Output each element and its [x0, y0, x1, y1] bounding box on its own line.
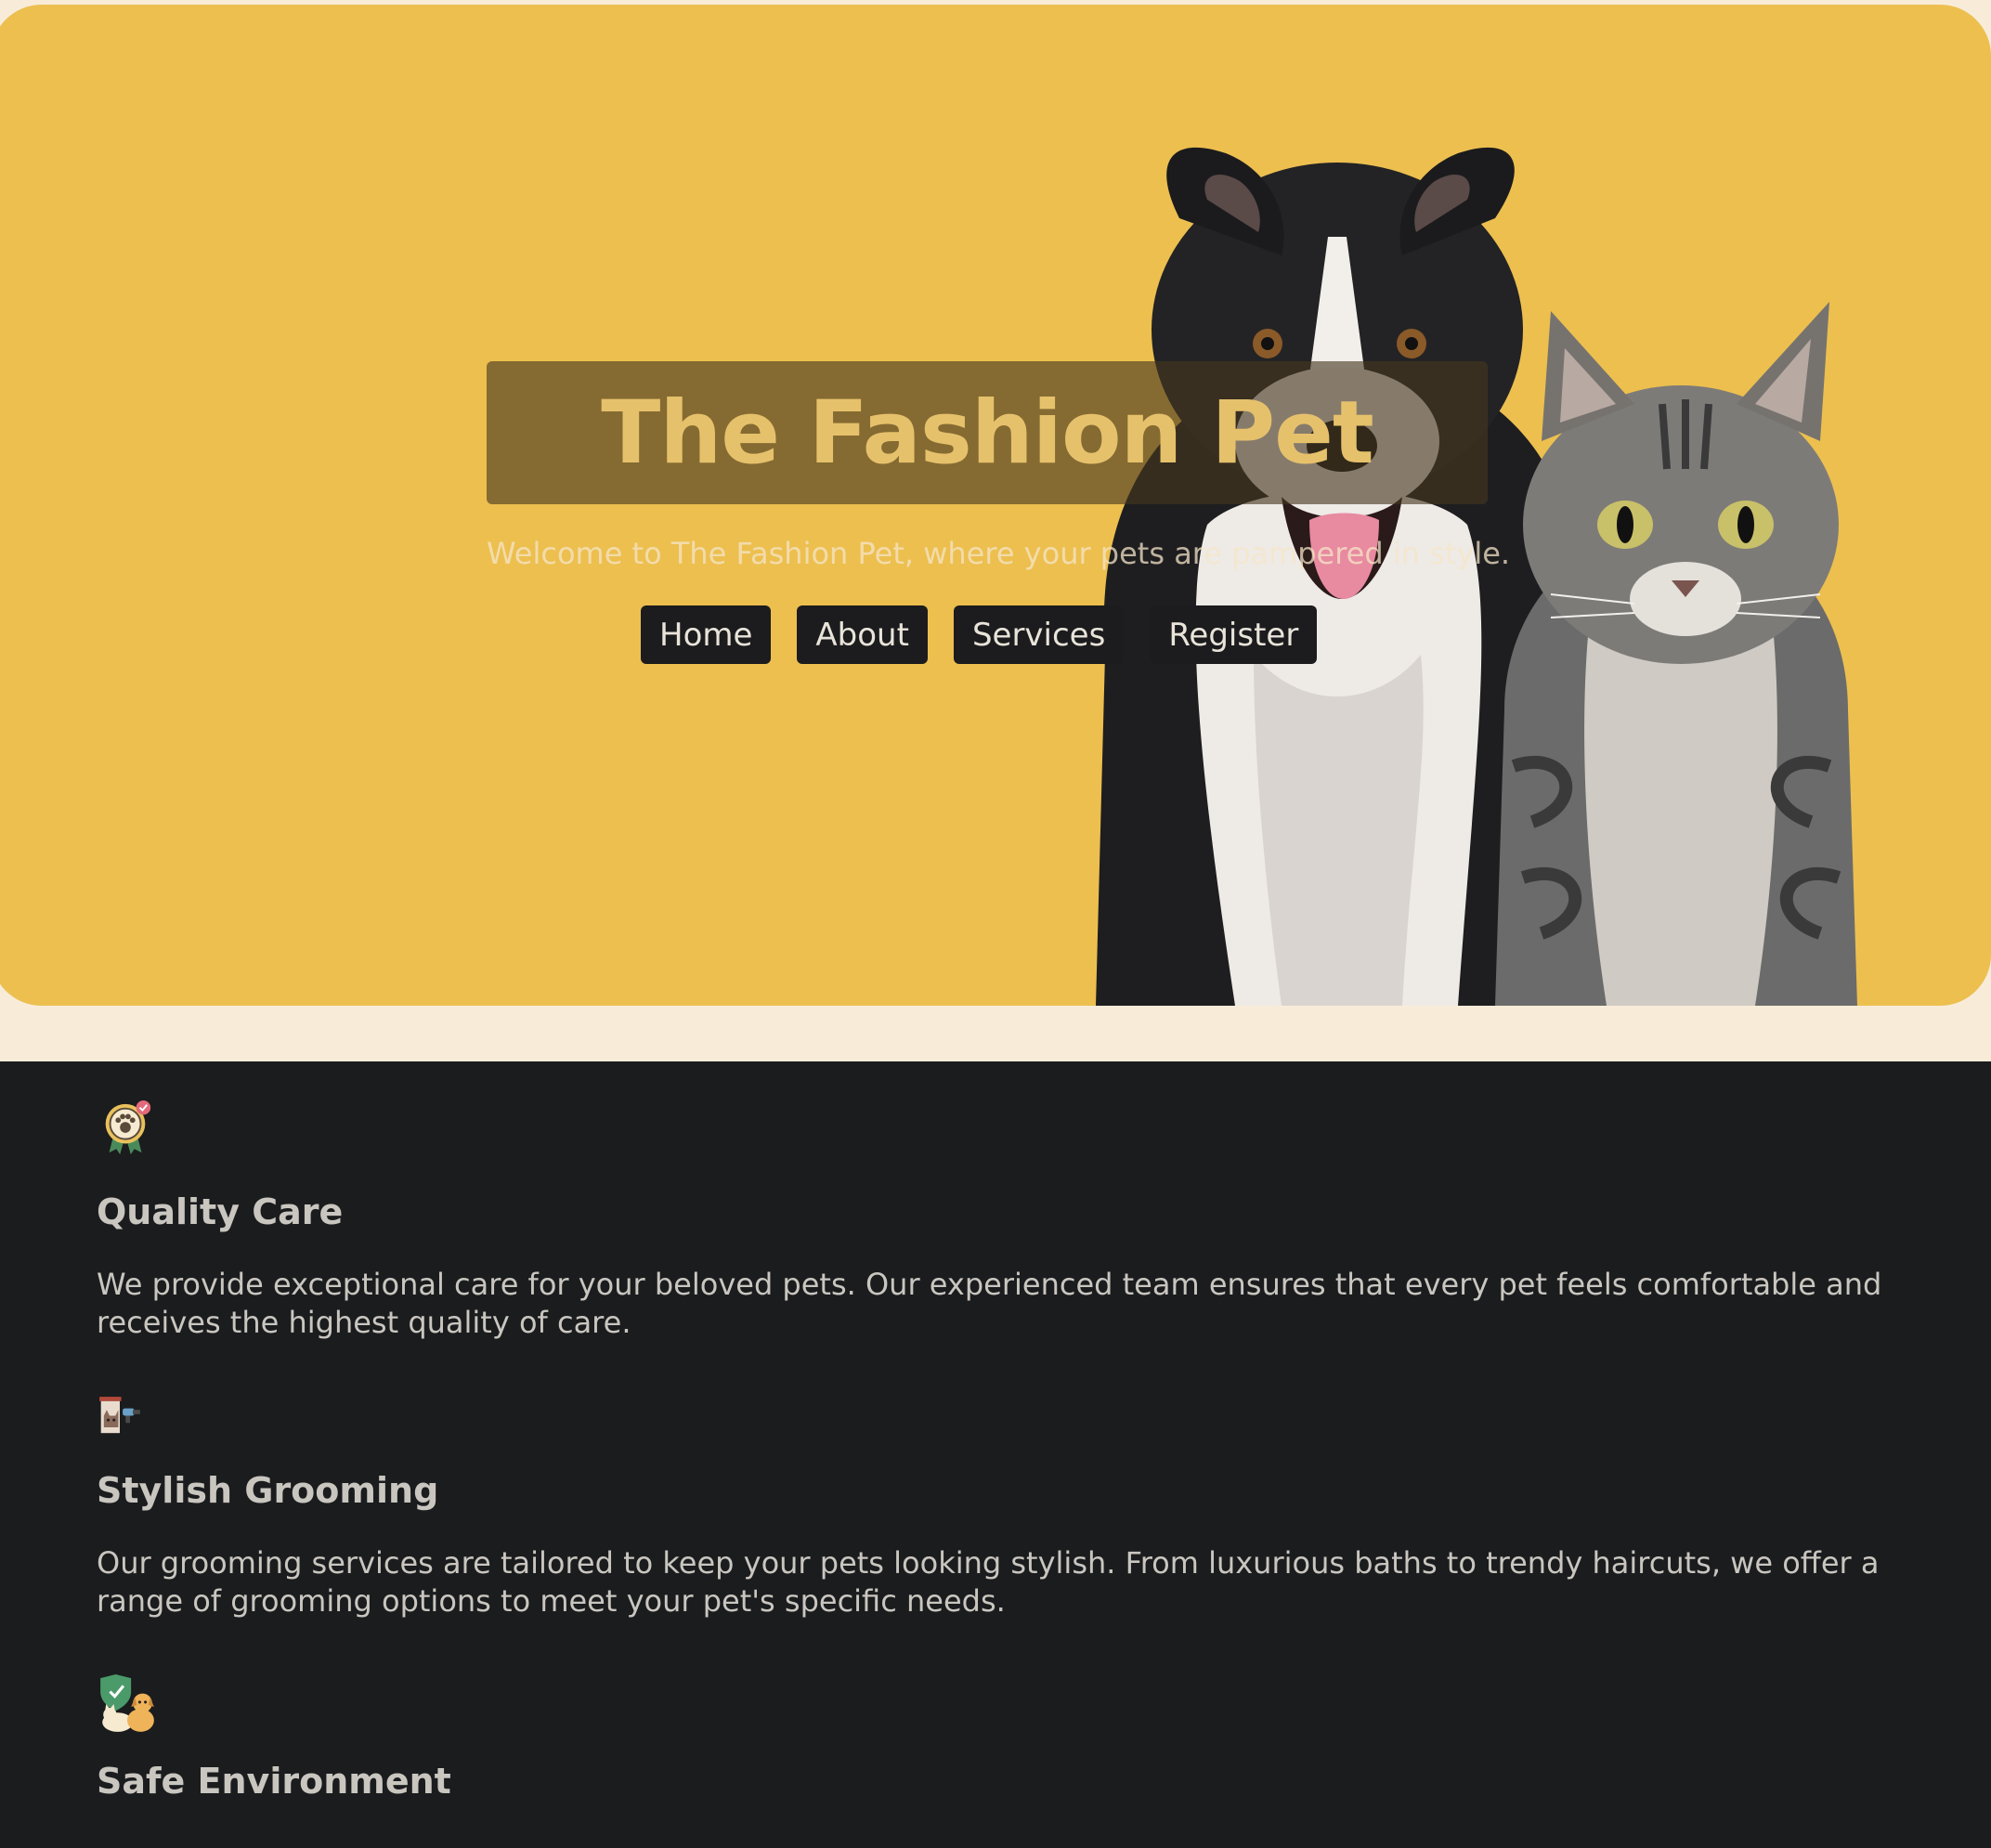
feature-description: Our grooming services are tailored to ke… [97, 1545, 1880, 1619]
hero-tagline: Welcome to The Fashion Pet, where your p… [487, 536, 1511, 571]
feature-description: We provide exceptional care for your bel… [97, 1267, 1882, 1340]
hero-pets-image [1096, 147, 1857, 1006]
feature-title: Quality Care [97, 1191, 344, 1232]
grooming-dryer-icon [99, 1397, 140, 1434]
features-section: Quality Care We provide exceptional care… [0, 1061, 1991, 1848]
nav-register-button[interactable]: Register [1150, 605, 1318, 664]
paw-award-badge-icon [105, 1100, 151, 1155]
nav-about-button[interactable]: About [797, 605, 928, 664]
site-title: The Fashion Pet [601, 382, 1374, 484]
nav-home-button[interactable]: Home [641, 605, 772, 664]
feature-title: Safe Environment [97, 1761, 451, 1802]
hero-title-box: The Fashion Pet [487, 361, 1488, 504]
feature-stylish-grooming: Stylish Grooming Our grooming services a… [97, 1394, 1917, 1619]
feature-title: Stylish Grooming [97, 1470, 439, 1511]
nav-services-button[interactable]: Services [953, 605, 1125, 664]
feature-safe-environment: Safe Environment [97, 1674, 1917, 1802]
cat-figure [1495, 302, 1857, 1006]
hero-banner: The Fashion Pet Welcome to The Fashion P… [0, 5, 1991, 1006]
feature-quality-care: Quality Care We provide exceptional care… [97, 1099, 1917, 1340]
shield-pets-icon [100, 1674, 154, 1732]
main-nav: Home About Services Register [641, 605, 1318, 664]
